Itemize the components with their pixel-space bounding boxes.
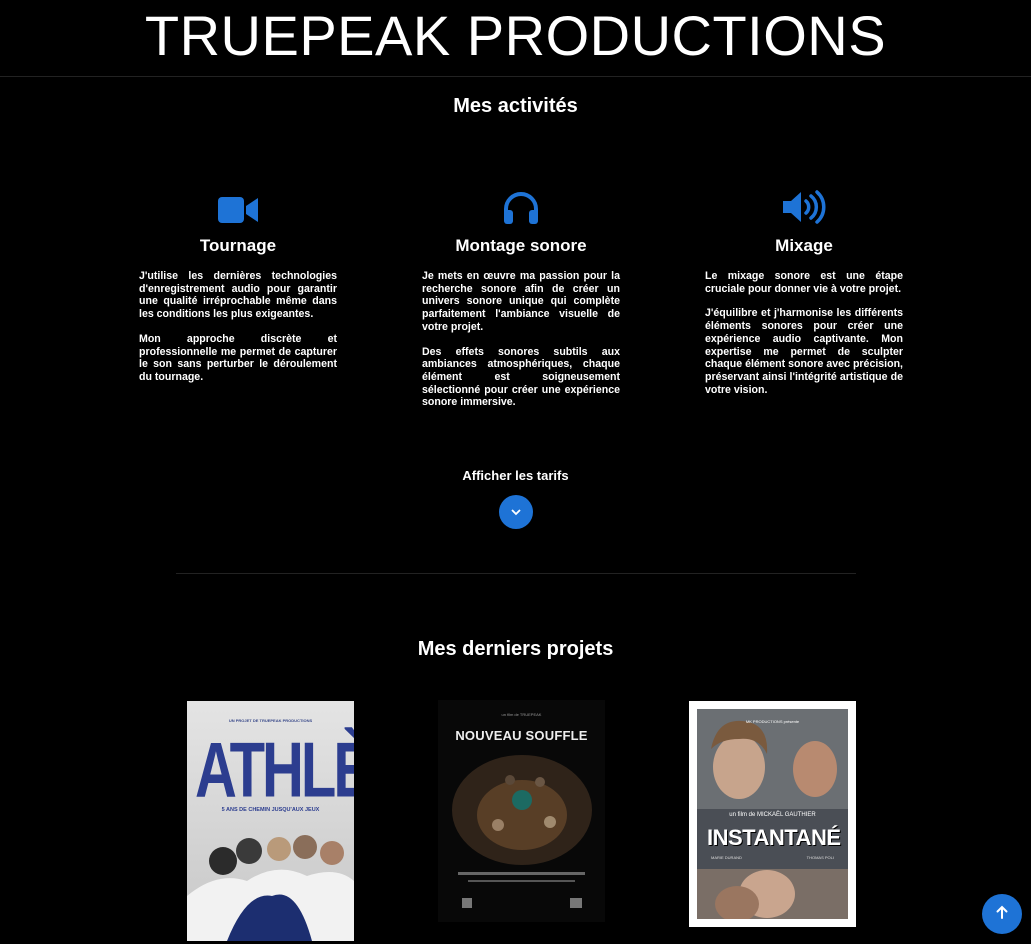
- poster-tagline: UN PROJET DE TRUEPEAK PRODUCTIONS: [228, 718, 313, 723]
- projects-posters: UN PROJET DE TRUEPEAK PRODUCTIONS ATHLÈT…: [0, 700, 1031, 944]
- brand-title[interactable]: TRUEPEAK PRODUCTIONS: [145, 3, 886, 68]
- poster-title: NOUVEAU SOUFFLE: [455, 728, 588, 743]
- activities-section: Mes activités Tournage J'utilise les der…: [0, 95, 1031, 574]
- poster-credit: un film de MICKAËL GAUTHIER: [729, 812, 816, 818]
- arrow-up-icon: [996, 905, 1008, 924]
- poster-subtitle: 5 ANS DE CHEMIN JUSQU'AUX JEUX: [221, 807, 320, 813]
- activity-title: Mixage: [775, 236, 833, 255]
- activities-list: Tournage J'utilise les dernières technol…: [0, 118, 1031, 408]
- poster-athletes[interactable]: UN PROJET DE TRUEPEAK PRODUCTIONS ATHLÈT…: [187, 701, 354, 941]
- poster-cast: MARIE DURAND THOMAS POLI: [711, 855, 834, 860]
- activity-tournage: Tournage J'utilise les dernières technol…: [139, 184, 337, 396]
- section-divider: [175, 573, 856, 574]
- chevron-down-icon: [510, 503, 521, 521]
- activity-text: Je mets en œuvre ma passion pour la rech…: [422, 270, 620, 333]
- projects-section: Mes derniers projets UN PROJET DE TRUEPE…: [0, 638, 1031, 941]
- poster-title: ATHLÈTES: [195, 726, 354, 815]
- activity-title: Montage sonore: [455, 236, 587, 255]
- activity-text: Mon approche discrète et professionnelle…: [139, 332, 337, 383]
- activity-montage-sonore: Montage sonore Je mets en œuvre ma passi…: [422, 184, 620, 421]
- activity-title: Tournage: [199, 236, 277, 255]
- projects-title: Mes derniers projets: [417, 638, 614, 660]
- activity-text: Des effets sonores subtils aux ambiances…: [422, 345, 620, 409]
- activity-mixage: Mixage Le mixage sonore est une étape cr…: [705, 184, 903, 408]
- poster-title: INSTANTANÉ: [707, 825, 841, 850]
- poster-image: MK PRODUCTIONS présente un film de MICKA…: [697, 709, 848, 919]
- poster-nouveau-souffle[interactable]: un film de TRUEPEAK NOUVEAU SOUFFLE: [438, 700, 605, 922]
- activity-text: J'utilise les dernières technologies d'e…: [139, 270, 337, 321]
- poster-tagline: MK PRODUCTIONS présente: [745, 719, 800, 724]
- video-camera-icon: [139, 184, 337, 224]
- tarifs-label[interactable]: Afficher les tarifs: [0, 468, 1031, 483]
- activity-text: J'équilibre et j'harmonise les différent…: [705, 307, 903, 396]
- scroll-to-top-button[interactable]: [982, 894, 1022, 934]
- activities-title: Mes activités: [453, 95, 578, 117]
- show-tarifs-button[interactable]: [498, 495, 533, 529]
- poster-tagline: un film de TRUEPEAK: [501, 712, 542, 717]
- poster-instantane[interactable]: MK PRODUCTIONS présente un film de MICKA…: [689, 701, 856, 927]
- speaker-volume-icon: [705, 184, 903, 224]
- activity-text: Le mixage sonore est une étape cruciale …: [705, 270, 903, 295]
- site-header: TRUEPEAK PRODUCTIONS: [0, 0, 1031, 77]
- headphones-icon: [422, 184, 620, 224]
